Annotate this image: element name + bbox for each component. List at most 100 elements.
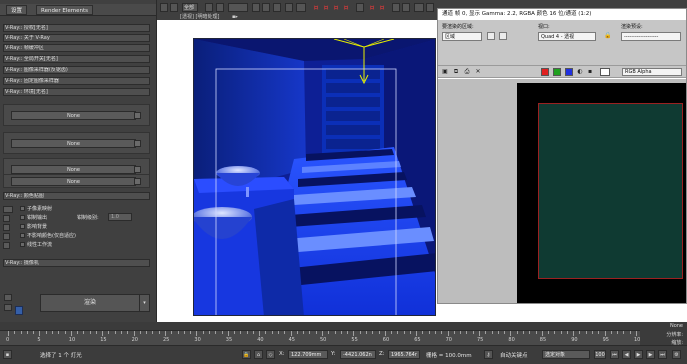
- spinner-icon[interactable]: [3, 242, 10, 249]
- spinner-icon[interactable]: [3, 233, 10, 240]
- checkbox[interactable]: [20, 233, 25, 238]
- clamp-level-input[interactable]: 1.0: [108, 213, 132, 221]
- rollout-camera[interactable]: V-Ray:: 摄像机: [3, 259, 150, 267]
- rollout-environment[interactable]: V-Ray:: 环境[无名]: [3, 88, 150, 96]
- rollout-about-vray[interactable]: V-Ray:: 关于 V-Ray: [3, 34, 150, 42]
- render-preset-dropdown[interactable]: -------------------: [621, 32, 681, 41]
- toolbar-button[interactable]: [426, 3, 434, 12]
- viewport-dropdown[interactable]: Quad 4 - 透视: [538, 32, 596, 41]
- align-icon[interactable]: ¤: [378, 3, 386, 12]
- monochrome-icon[interactable]: ▪: [586, 68, 594, 76]
- go-to-end-icon[interactable]: ⏭: [658, 350, 667, 359]
- toolbar-button[interactable]: [414, 3, 424, 12]
- environment-map-checkbox[interactable]: [134, 112, 141, 119]
- alpha-channel-icon[interactable]: ◐: [576, 68, 584, 76]
- absolute-mode-icon[interactable]: ◇: [266, 350, 275, 359]
- go-to-start-icon[interactable]: ⏮: [610, 350, 619, 359]
- snap-icon[interactable]: ¤: [312, 3, 320, 12]
- frame-buffer-canvas[interactable]: [438, 79, 686, 303]
- selection-filter-dropdown[interactable]: 全部: [182, 3, 198, 12]
- option-subpixel-mapping[interactable]: 子像素映射: [20, 205, 52, 213]
- render-button[interactable]: 渲染: [41, 295, 139, 311]
- checkbox[interactable]: [20, 206, 25, 211]
- selection-lock-icon[interactable]: 🔒: [242, 350, 251, 359]
- spinner-snap-icon[interactable]: ¤: [342, 3, 350, 12]
- color-mapping-type-dropdown[interactable]: [3, 206, 13, 213]
- toolbar-button[interactable]: [273, 3, 281, 12]
- tab-render-elements[interactable]: Render Elements: [36, 5, 93, 15]
- lock-viewport-icon[interactable]: 🔒: [604, 32, 612, 40]
- blue-channel-icon[interactable]: [565, 68, 573, 76]
- region-edit-icon[interactable]: [487, 32, 495, 40]
- perspective-viewport[interactable]: [193, 38, 436, 316]
- environment-map-button[interactable]: None: [11, 111, 136, 120]
- rollout-global-switches[interactable]: V-Ray:: 全局开关[无名]: [3, 55, 150, 63]
- option-linear-workflow[interactable]: 线性工作流: [20, 241, 52, 249]
- tab-settings[interactable]: 设置: [6, 5, 28, 15]
- rollout-fixed-sampler[interactable]: V-Ray:: 固定图像采样器: [3, 77, 150, 85]
- percent-snap-icon[interactable]: ¤: [332, 3, 340, 12]
- option-clamp-output[interactable]: 钳制输出: [20, 214, 47, 222]
- rollout-color-mapping[interactable]: V-Ray:: 颜色贴图: [3, 192, 150, 200]
- environment-map-button[interactable]: None: [11, 165, 136, 174]
- time-slider-track[interactable]: [0, 322, 687, 330]
- previous-frame-icon[interactable]: ◀: [622, 350, 631, 359]
- option-dont-affect-colors[interactable]: 不影响颜色(仅自适应): [20, 232, 76, 240]
- toolbar-button[interactable]: [228, 3, 248, 12]
- render-options-dropdown[interactable]: ▾: [139, 295, 149, 311]
- rollout-authorization[interactable]: V-Ray:: 授权[无名]: [3, 24, 150, 32]
- save-image-icon[interactable]: ▣: [441, 68, 449, 76]
- toolbar-button[interactable]: [205, 3, 213, 12]
- play-icon[interactable]: ▶: [634, 350, 643, 359]
- x-coordinate-field[interactable]: 122.709mm: [288, 350, 328, 359]
- next-frame-icon[interactable]: ▶: [646, 350, 655, 359]
- toolbar-button[interactable]: [392, 3, 400, 12]
- production-icon[interactable]: [4, 294, 12, 301]
- environment-map-button[interactable]: None: [11, 139, 136, 148]
- environment-map-checkbox[interactable]: [134, 140, 141, 147]
- toolbar-button[interactable]: [402, 3, 410, 12]
- toolbar-button[interactable]: [252, 3, 260, 12]
- toolbar-button[interactable]: [262, 3, 270, 12]
- environment-map-button[interactable]: None: [11, 177, 136, 186]
- toolbar-button[interactable]: [356, 3, 364, 12]
- checkbox[interactable]: [20, 224, 25, 229]
- viewport-menu-icon[interactable]: ▪▸: [232, 14, 242, 20]
- lock-icon[interactable]: [15, 306, 23, 315]
- viewport-label[interactable]: [透视] [明暗处理]: [180, 14, 219, 20]
- area-to-render-dropdown[interactable]: 区域: [442, 32, 482, 41]
- clone-icon[interactable]: ⧉: [452, 68, 460, 76]
- clear-icon[interactable]: ✕: [474, 68, 482, 76]
- toolbar-button[interactable]: [285, 3, 293, 12]
- time-config-icon[interactable]: ⚙: [672, 350, 681, 359]
- key-filter-dropdown[interactable]: 选定对象: [542, 350, 590, 359]
- environment-map-checkbox[interactable]: [134, 166, 141, 173]
- spinner-icon[interactable]: [3, 224, 10, 231]
- green-channel-icon[interactable]: [553, 68, 561, 76]
- toolbar-button[interactable]: [160, 3, 168, 12]
- key-icon[interactable]: ⚷: [484, 350, 493, 359]
- activeshade-icon[interactable]: [4, 304, 12, 311]
- rollout-frame-buffer[interactable]: V-Ray:: 帧缓冲区: [3, 44, 150, 52]
- spinner-icon[interactable]: [3, 215, 10, 222]
- toolbar-button[interactable]: [170, 3, 178, 12]
- angle-snap-icon[interactable]: ¤: [322, 3, 330, 12]
- toolbar-button[interactable]: [216, 3, 224, 12]
- maxscript-listener-icon[interactable]: ▪: [3, 350, 12, 359]
- channel-dropdown[interactable]: RGB Alpha: [622, 68, 682, 76]
- environment-map-checkbox[interactable]: [134, 178, 141, 185]
- auto-region-icon[interactable]: [499, 32, 507, 40]
- toolbar-button[interactable]: [296, 3, 306, 12]
- z-coordinate-field[interactable]: 1965.764r: [388, 350, 420, 359]
- current-frame-field[interactable]: 100: [594, 350, 606, 359]
- checkbox[interactable]: [20, 215, 25, 220]
- mirror-icon[interactable]: ¤: [368, 3, 376, 12]
- track-bar[interactable]: 0 5 10 15 20 25 30 35 40 45 50 55 60 65 70 75 80 85 90 95 10…: [0, 330, 644, 345]
- print-icon[interactable]: ⎙: [463, 68, 471, 76]
- red-channel-icon[interactable]: [541, 68, 549, 76]
- option-affect-background[interactable]: 影响背景: [20, 223, 47, 231]
- isolate-icon[interactable]: ⌂: [254, 350, 263, 359]
- y-coordinate-field[interactable]: -4421.062n: [340, 350, 376, 359]
- white-swatch[interactable]: [600, 68, 610, 76]
- checkbox[interactable]: [20, 242, 25, 247]
